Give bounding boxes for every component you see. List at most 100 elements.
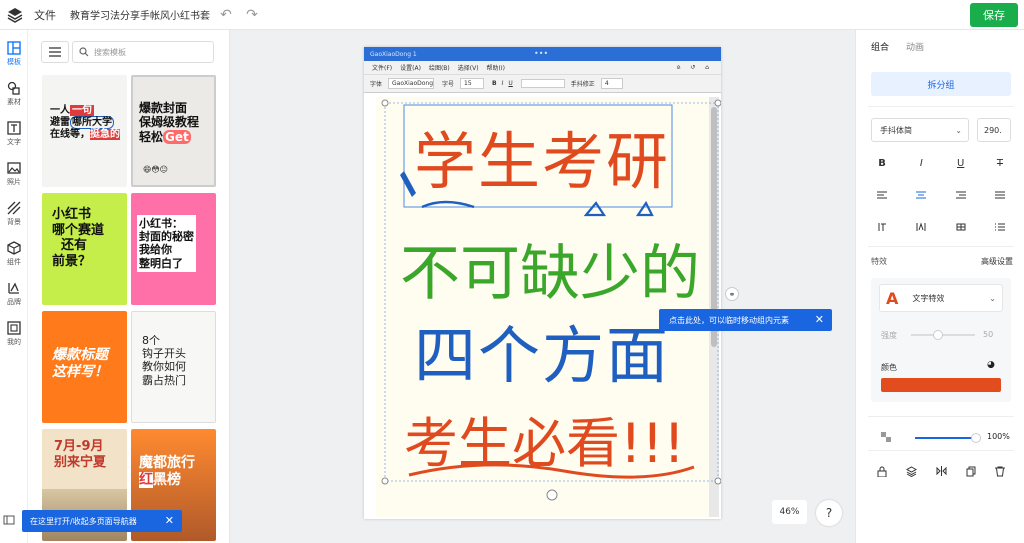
spacing-row: [871, 216, 1011, 238]
align-left-icon[interactable]: [871, 184, 893, 206]
undo-icon[interactable]: ↶: [216, 5, 236, 25]
align-right-icon[interactable]: [950, 184, 972, 206]
rail-item-material[interactable]: 素材: [0, 74, 28, 114]
app-logo-icon[interactable]: [0, 0, 30, 30]
link-icon[interactable]: ⚭: [725, 287, 739, 301]
rotate-icon[interactable]: [546, 489, 558, 501]
template-thumbnail[interactable]: 8个 钩子开头 教你如何 霸占热门: [131, 311, 216, 423]
italic-button[interactable]: I: [910, 152, 932, 174]
line-2[interactable]: 不可缺少的: [400, 225, 700, 312]
rail-item-brand[interactable]: 品牌: [0, 274, 28, 314]
template-text: 7月-9月 别来宁夏: [54, 439, 107, 470]
save-button[interactable]: 保存: [970, 3, 1018, 27]
background-icon: [7, 201, 21, 215]
emoji-row: 😄😳😐: [143, 165, 169, 174]
chevron-down-icon: ⌄: [989, 293, 996, 303]
template-thumbnail[interactable]: 爆款封面 保姆级教程 轻松 Get 😄😳😐: [131, 75, 216, 187]
letter-spacing-icon[interactable]: [910, 216, 932, 238]
text-effect-icon: A: [886, 288, 899, 308]
close-icon[interactable]: ✕: [165, 514, 174, 527]
delete-icon[interactable]: [989, 460, 1011, 482]
rail-item-template[interactable]: 模板: [0, 34, 28, 74]
align-justify-icon[interactable]: [989, 184, 1011, 206]
artboard[interactable]: GaoXiaoDong 1 ••• 文件(F) 设置(A) 绘图(B) 选择(V…: [364, 47, 721, 519]
advanced-settings-link[interactable]: 高级设置: [981, 256, 1013, 267]
divider: [868, 106, 1014, 107]
line-1[interactable]: 学生考研: [414, 111, 670, 201]
strength-slider-handle[interactable]: [933, 330, 943, 340]
tab-animation[interactable]: 动画: [906, 40, 924, 53]
left-rail: 模板 素材 文字 照片 背景 组件 品牌 我的: [0, 30, 28, 543]
resize-handle[interactable]: [381, 477, 389, 485]
underline-button[interactable]: U: [950, 152, 972, 174]
rail-label: 照片: [7, 178, 21, 186]
search-input[interactable]: 搜索模板: [72, 41, 214, 63]
line-3[interactable]: 四个方面: [414, 305, 670, 395]
layers-icon[interactable]: [901, 460, 923, 482]
list-icon[interactable]: [989, 216, 1011, 238]
object-tools: [871, 460, 1011, 480]
opacity-slider-handle[interactable]: [971, 433, 981, 443]
rail-item-component[interactable]: 组件: [0, 234, 28, 274]
resize-handle[interactable]: [714, 477, 721, 485]
template-text: 小红书 哪个赛道 还有 前景？: [52, 207, 105, 269]
material-icon: [7, 81, 20, 95]
hint-text: 在这里打开/收起多页面导航器: [30, 516, 137, 526]
zoom-level[interactable]: 46%: [772, 500, 807, 524]
template-thumbnail[interactable]: 一人 一句 避雷 哪所大学 在线等，挺急的: [42, 75, 127, 187]
triangle-doodle: [583, 201, 607, 217]
line-height-icon[interactable]: [871, 216, 893, 238]
opacity-row: 100%: [871, 428, 1011, 448]
rail-item-my[interactable]: 我的: [0, 314, 28, 354]
flip-icon[interactable]: [930, 460, 952, 482]
template-thumbnail[interactable]: 小红书 哪个赛道 还有 前景？: [42, 193, 127, 305]
document-title[interactable]: 教育学习法分享手帐风小红书套...: [70, 7, 210, 22]
opacity-value: 100%: [987, 432, 1010, 441]
tooltip-text: 点击此处，可以临时移动组内元素: [669, 315, 789, 325]
navigator-hint: 在这里打开/收起多页面导航器 ✕: [22, 510, 182, 532]
triangle-doodle: [635, 200, 654, 217]
page-navigator-icon[interactable]: [3, 514, 15, 526]
line-4[interactable]: 考生必看!!!: [404, 399, 685, 478]
rail-label: 我的: [7, 338, 21, 346]
font-size-input[interactable]: 290.: [977, 118, 1011, 142]
file-menu[interactable]: 文件: [34, 7, 64, 23]
font-family-value: 手抖体简: [880, 125, 912, 135]
resize-handle[interactable]: [714, 99, 721, 107]
resize-handle[interactable]: [381, 99, 389, 107]
template-text: 一人 一句 避雷 哪所大学 在线等，挺急的: [50, 105, 120, 140]
redo-icon[interactable]: ↷: [242, 5, 262, 25]
help-icon[interactable]: ?: [816, 500, 842, 526]
top-bar: 文件 教育学习法分享手帐风小红书套... ↶ ↷ 保存: [0, 0, 1024, 30]
search-placeholder: 搜索模板: [94, 47, 126, 57]
text-style-row: B I U T: [871, 152, 1011, 174]
menu-icon[interactable]: [41, 41, 69, 63]
color-swatch[interactable]: [881, 378, 1001, 392]
bold-button[interactable]: B: [871, 152, 893, 174]
close-icon[interactable]: ✕: [815, 313, 824, 326]
tab-group[interactable]: 组合: [871, 40, 889, 53]
rail-item-text[interactable]: 文字: [0, 114, 28, 154]
chevron-down-icon: ⌄: [955, 125, 962, 135]
effects-label: 特效: [871, 257, 887, 266]
strikethrough-button[interactable]: T: [989, 152, 1011, 174]
opacity-slider[interactable]: [915, 437, 975, 439]
template-thumbnail[interactable]: 爆款标题 这样写！: [42, 311, 127, 423]
squiggle-doodle: [421, 200, 475, 209]
lock-icon[interactable]: [871, 460, 893, 482]
template-text: 魔都旅行 红黑榜: [139, 455, 195, 488]
strength-slider[interactable]: [911, 334, 975, 336]
copy-icon[interactable]: [960, 460, 982, 482]
font-family-select[interactable]: 手抖体简 ⌄: [871, 118, 969, 142]
palette-icon[interactable]: ◕: [987, 360, 995, 370]
effect-select[interactable]: A 文字特效 ⌄: [879, 284, 1003, 312]
divider: [868, 416, 1014, 417]
rail-item-background[interactable]: 背景: [0, 194, 28, 234]
text-box-icon[interactable]: [950, 216, 972, 238]
ungroup-button[interactable]: 拆分组: [871, 72, 1011, 96]
align-center-icon[interactable]: [910, 184, 932, 206]
align-row: [871, 184, 1011, 206]
rail-item-photo[interactable]: 照片: [0, 154, 28, 194]
template-text: 爆款标题 这样写！: [52, 347, 108, 380]
template-thumbnail[interactable]: 小红书： 封面的秘密 我给你 整明白了: [131, 193, 216, 305]
